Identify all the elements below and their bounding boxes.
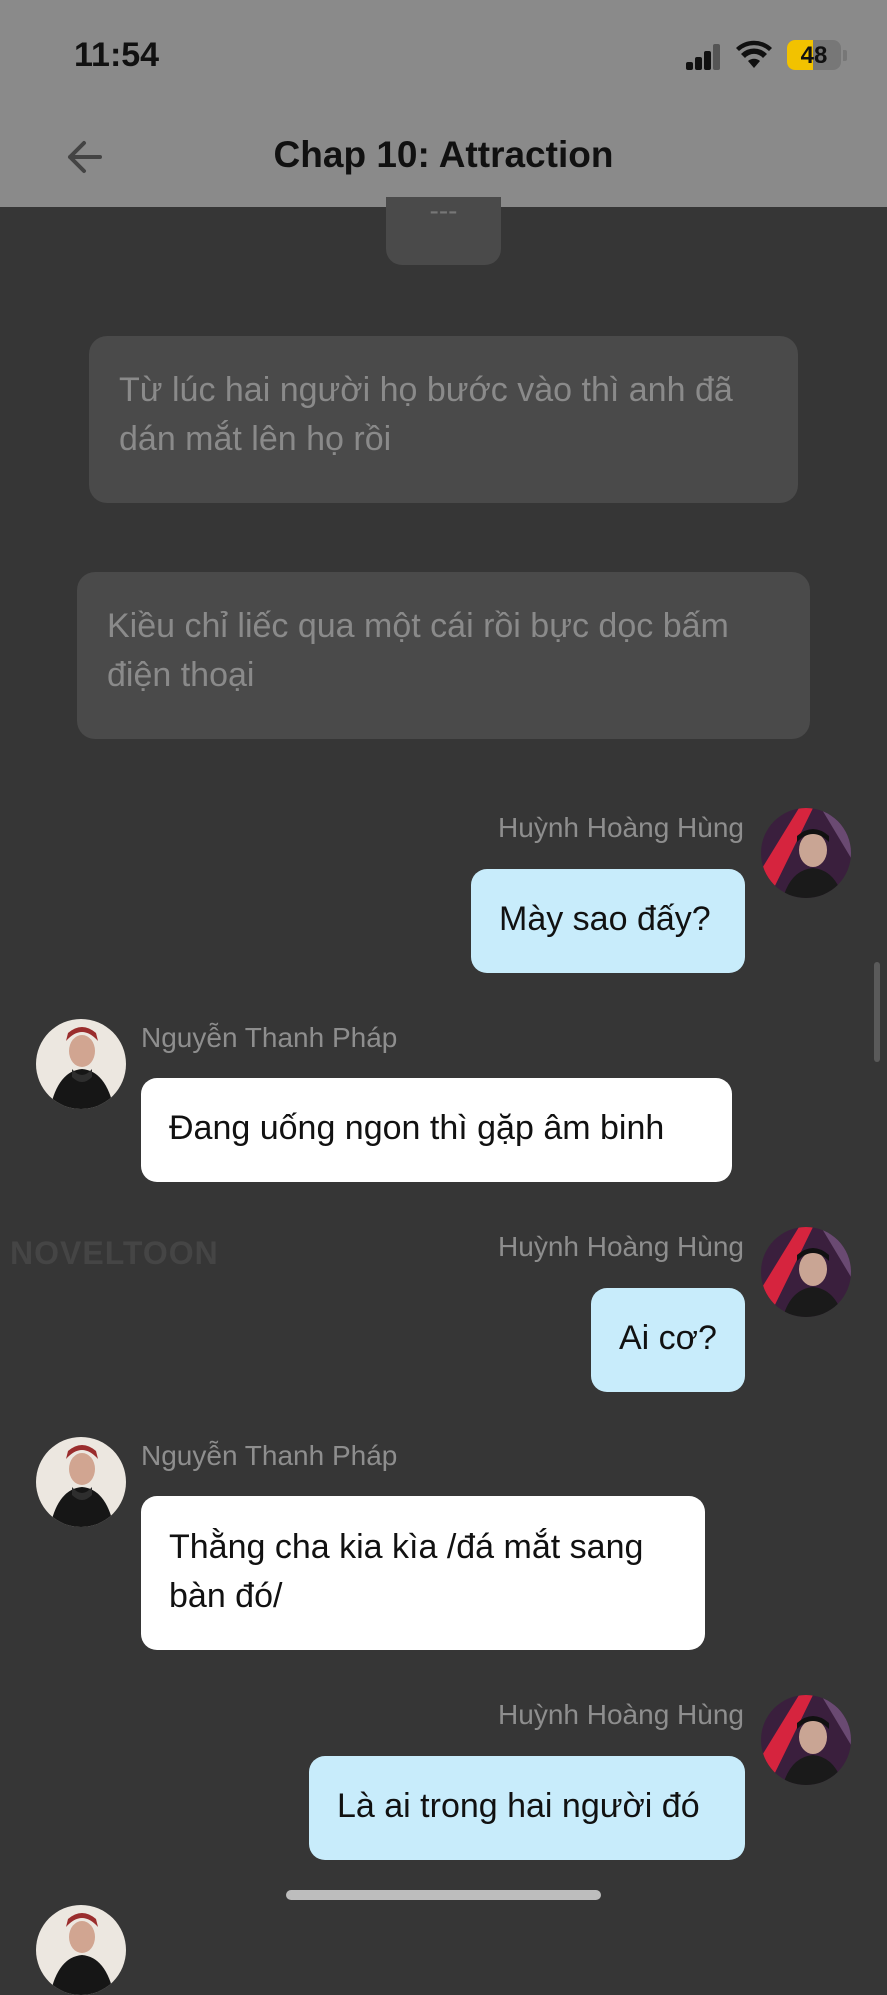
speaker-name: Huỳnh Hoàng Hùng <box>498 812 744 843</box>
message-text: Là ai trong hai người đó <box>337 1787 700 1825</box>
speaker-name: Huỳnh Hoàng Hùng <box>498 1231 744 1262</box>
top-navigation-bar: Chap 10: Attraction <box>0 110 887 207</box>
page-title: Chap 10: Attraction <box>273 134 614 175</box>
avatar[interactable] <box>761 1695 851 1785</box>
avatar[interactable] <box>761 1227 851 1317</box>
message-text: Thằng cha kia kìa /đá mắt sang bàn đó/ <box>169 1528 644 1615</box>
separator-bubble: --- <box>386 195 501 265</box>
separator-text: --- <box>429 195 458 226</box>
scrollbar[interactable] <box>874 962 880 1062</box>
speaker-name: Nguyễn Thanh Pháp <box>141 1440 398 1471</box>
avatar[interactable] <box>36 1019 126 1109</box>
narration-bubble: Kiều chỉ liếc qua một cái rồi bực dọc bấ… <box>77 572 810 739</box>
status-bar: 11:54 48 <box>0 0 887 110</box>
status-time: 11:54 <box>74 36 160 74</box>
message-bubble: Ai cơ? <box>591 1288 745 1392</box>
message-text: Ai cơ? <box>619 1319 717 1357</box>
home-indicator[interactable] <box>286 1890 601 1900</box>
avatar[interactable] <box>761 808 851 898</box>
narration-bubble: Từ lúc hai người họ bước vào thì anh đã … <box>89 336 798 503</box>
message-bubble: Mày sao đấy? <box>471 869 745 973</box>
wifi-icon <box>736 40 772 68</box>
avatar[interactable] <box>36 1437 126 1527</box>
message-text: Mày sao đấy? <box>499 900 711 938</box>
message-text: Đang uống ngon thì gặp âm binh <box>169 1109 665 1147</box>
speaker-name: Huỳnh Hoàng Hùng <box>498 1699 744 1730</box>
battery-cap <box>843 50 847 61</box>
battery-icon: 48 <box>787 40 841 70</box>
watermark: NOVELTOON <box>10 1235 219 1271</box>
narration-text: Từ lúc hai người họ bước vào thì anh đã … <box>119 371 733 458</box>
speaker-name: Nguyễn Thanh Pháp <box>141 1022 398 1053</box>
chat-content[interactable]: --- Từ lúc hai người họ bước vào thì anh… <box>0 195 887 1995</box>
signal-icon <box>686 44 722 70</box>
message-bubble: Đang uống ngon thì gặp âm binh <box>141 1078 732 1182</box>
message-bubble: Là ai trong hai người đó <box>309 1756 745 1860</box>
avatar[interactable] <box>36 1905 126 1995</box>
message-bubble: Thằng cha kia kìa /đá mắt sang bàn đó/ <box>141 1496 705 1650</box>
battery-level-text: 48 <box>800 42 828 69</box>
narration-text: Kiều chỉ liếc qua một cái rồi bực dọc bấ… <box>107 607 729 694</box>
